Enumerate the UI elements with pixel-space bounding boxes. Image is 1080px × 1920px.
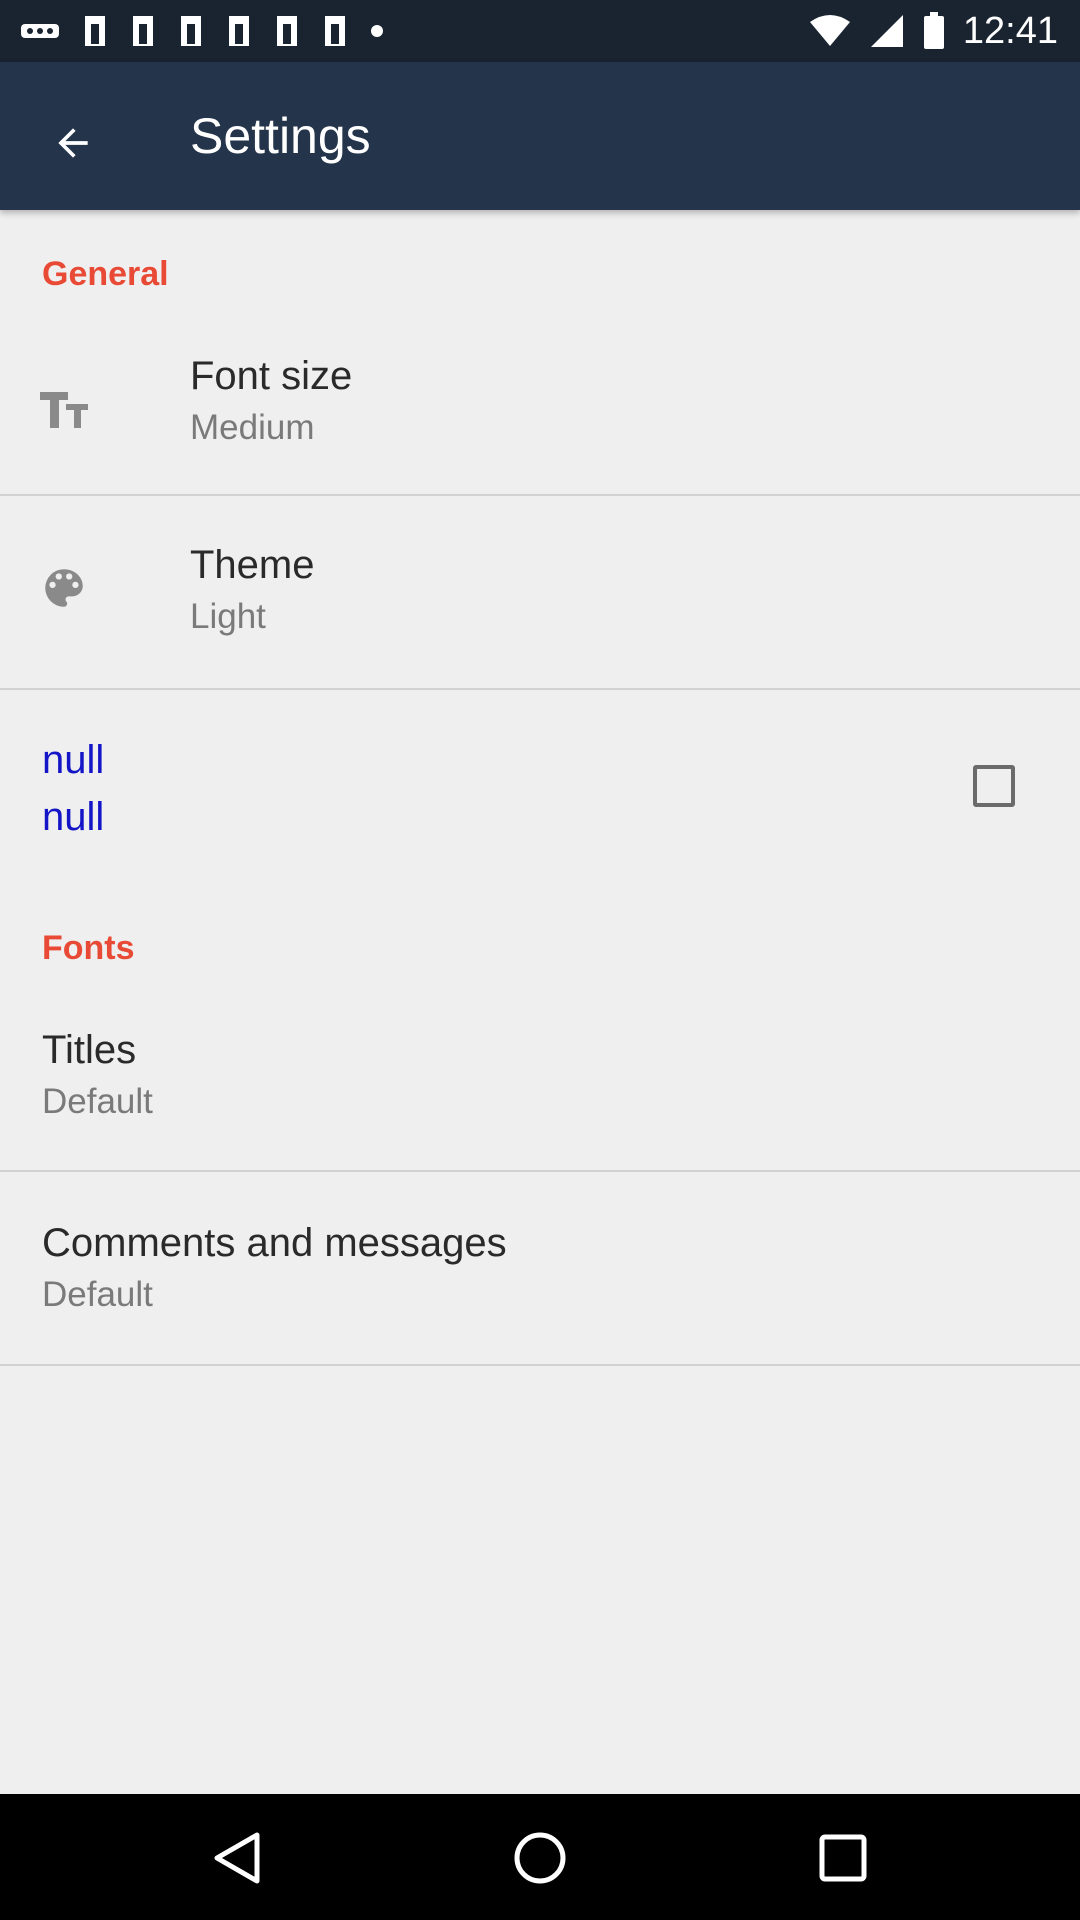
pref-summary: null (42, 795, 105, 839)
pref-title: Titles (42, 1028, 137, 1072)
notification-icon (181, 16, 201, 46)
status-system-icons: 12:41 (809, 10, 1058, 52)
nav-home-button[interactable] (500, 1818, 580, 1898)
text-size-icon (36, 382, 92, 438)
notification-icon (325, 16, 345, 46)
battery-icon (923, 12, 944, 49)
pref-summary: Light (190, 597, 266, 636)
pref-theme[interactable]: Theme Light (0, 496, 1080, 688)
page-title: Settings (190, 108, 371, 164)
palette-icon (36, 560, 92, 616)
divider (0, 1364, 1080, 1366)
dot-icon (371, 25, 383, 37)
pref-title: null (42, 738, 105, 782)
notification-icon (229, 16, 249, 46)
section-header-fonts: Fonts (42, 929, 135, 967)
pref-title: Theme (190, 543, 315, 587)
nav-back-button[interactable] (197, 1818, 277, 1898)
recents-square-icon (819, 1834, 867, 1882)
pref-null-checkbox[interactable]: null null (0, 690, 1080, 880)
status-time: 12:41 (962, 10, 1058, 52)
section-header-general: General (42, 255, 169, 293)
status-notifications (20, 14, 384, 48)
home-circle-icon (514, 1832, 566, 1884)
signal-icon (870, 15, 903, 47)
pref-title: Comments and messages (42, 1221, 507, 1265)
status-bar: 12:41 (0, 0, 1080, 62)
back-triangle-icon (214, 1832, 260, 1884)
arrow-back-icon (58, 128, 88, 158)
pref-comments-font[interactable]: Comments and messages Default (0, 1172, 1080, 1364)
navigation-bar (0, 1794, 1080, 1920)
pref-font-size[interactable]: Font size Medium (0, 318, 1080, 494)
pref-summary: Medium (190, 408, 315, 447)
nav-recents-button[interactable] (803, 1818, 883, 1898)
app-bar: Settings (0, 62, 1080, 210)
pref-summary: Default (42, 1082, 153, 1121)
notification-icon (133, 16, 153, 46)
pref-summary: Default (42, 1275, 153, 1314)
pref-title: Font size (190, 354, 353, 398)
notification-icon (277, 16, 297, 46)
pref-titles-font[interactable]: Titles Default (0, 1000, 1080, 1170)
back-button[interactable] (30, 100, 116, 186)
more-dots-icon (21, 24, 59, 38)
notification-icon (85, 16, 105, 46)
checkbox[interactable] (973, 765, 1015, 807)
wifi-icon (809, 15, 850, 46)
